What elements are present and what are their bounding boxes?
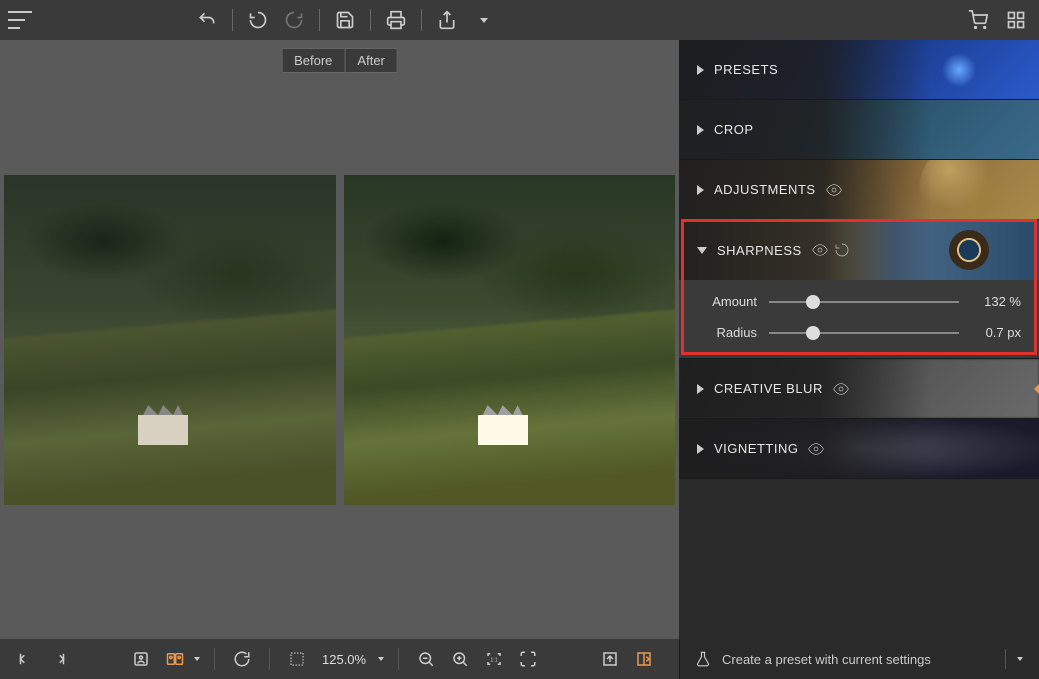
slider-value[interactable]: 0.7 px (971, 325, 1021, 340)
bottom-toolbar: 125.0% 1:1 Create a (0, 639, 1039, 679)
view-dropdown-icon[interactable] (194, 657, 200, 661)
preset-dropdown-icon[interactable] (1005, 649, 1025, 669)
import-icon[interactable] (597, 646, 623, 672)
panel-crop[interactable]: CROP (679, 100, 1039, 160)
collapse-icon (697, 247, 707, 254)
eye-icon[interactable] (812, 242, 828, 258)
actual-size-icon[interactable]: 1:1 (481, 646, 507, 672)
flask-icon (694, 650, 712, 668)
panel-sharpness-header[interactable]: SHARPNESS (679, 220, 1039, 280)
panel-vignetting[interactable]: VIGNETTING (679, 419, 1039, 479)
slider-track[interactable] (769, 301, 959, 303)
top-toolbar (0, 0, 1039, 40)
create-preset-button[interactable]: Create a preset with current settings (679, 639, 1039, 679)
panel-creative-blur[interactable]: CREATIVE BLUR (679, 359, 1039, 419)
expand-icon (697, 444, 704, 454)
share-icon[interactable] (432, 5, 462, 35)
next-image-icon[interactable] (46, 646, 72, 672)
slider-amount: Amount 132 % (697, 294, 1021, 309)
section-title: CREATIVE BLUR (714, 381, 823, 396)
section-title: VIGNETTING (714, 441, 798, 456)
fit-screen-icon[interactable] (515, 646, 541, 672)
eye-icon[interactable] (826, 182, 842, 198)
zoom-level[interactable]: 125.0% (318, 652, 370, 667)
zoom-out-icon[interactable] (413, 646, 439, 672)
section-title: SHARPNESS (717, 243, 802, 258)
cart-icon[interactable] (963, 5, 993, 35)
single-view-icon[interactable] (128, 646, 154, 672)
expand-icon (697, 384, 704, 394)
slider-track[interactable] (769, 332, 959, 334)
reset-icon[interactable] (834, 242, 850, 258)
section-title: CROP (714, 122, 754, 137)
zoom-in-icon[interactable] (447, 646, 473, 672)
menu-icon[interactable] (8, 11, 32, 29)
print-icon[interactable] (381, 5, 411, 35)
before-image[interactable] (4, 175, 336, 505)
expand-icon (697, 185, 704, 195)
svg-text:1:1: 1:1 (490, 657, 497, 663)
create-preset-label: Create a preset with current settings (722, 652, 931, 667)
panel-sharpness: SHARPNESS Amount 132 % R (679, 220, 1039, 359)
save-icon[interactable] (330, 5, 360, 35)
slider-radius: Radius 0.7 px (697, 325, 1021, 340)
slider-thumb[interactable] (806, 326, 820, 340)
slider-thumb[interactable] (806, 295, 820, 309)
slider-label: Amount (697, 294, 757, 309)
before-label: Before (281, 48, 344, 73)
image-viewer: Before After (0, 40, 679, 639)
panel-presets[interactable]: PRESETS (679, 40, 1039, 100)
eye-icon[interactable] (833, 381, 849, 397)
undo-step-icon[interactable] (243, 5, 273, 35)
right-panel: PRESETS CROP ADJUSTMENTS (679, 40, 1039, 639)
section-title: ADJUSTMENTS (714, 182, 816, 197)
rotate-icon[interactable] (229, 646, 255, 672)
compare-view-icon[interactable] (162, 646, 188, 672)
undo-icon[interactable] (192, 5, 222, 35)
panel-collapse-icon[interactable] (1034, 384, 1039, 394)
after-label: After (344, 48, 397, 73)
prev-image-icon[interactable] (12, 646, 38, 672)
panel-adjustments[interactable]: ADJUSTMENTS (679, 160, 1039, 220)
slider-value[interactable]: 132 % (971, 294, 1021, 309)
redo-step-icon[interactable] (279, 5, 309, 35)
grid-icon[interactable] (1001, 5, 1031, 35)
slider-label: Radius (697, 325, 757, 340)
zoom-dropdown-icon[interactable] (378, 657, 384, 661)
export-icon[interactable] (631, 646, 657, 672)
share-dropdown-icon[interactable] (480, 18, 488, 23)
expand-icon (697, 65, 704, 75)
eye-icon[interactable] (808, 441, 824, 457)
after-image[interactable] (344, 175, 676, 505)
grid-overlay-icon[interactable] (284, 646, 310, 672)
expand-icon (697, 125, 704, 135)
section-title: PRESETS (714, 62, 778, 77)
